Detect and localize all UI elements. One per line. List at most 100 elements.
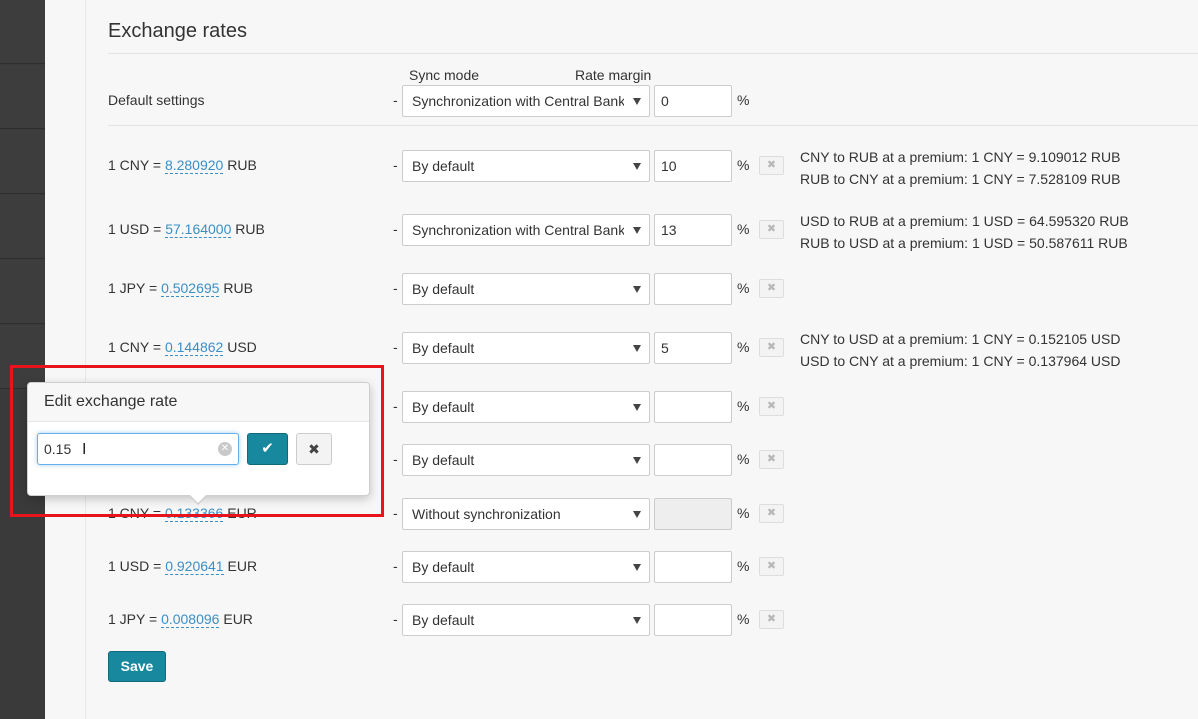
sync-mode-select[interactable]: By default: [402, 391, 650, 423]
rate-value-link[interactable]: 0.920641: [165, 558, 224, 575]
clear-margin-button[interactable]: ✖: [759, 610, 784, 629]
sync-mode-select[interactable]: Without synchronization: [402, 498, 650, 530]
sync-mode-value: Synchronization with Central Bank: [412, 93, 624, 109]
rate-value-link[interactable]: 8.280920: [164, 157, 224, 174]
premium-line: RUB to USD at a premium: 1 USD = 50.5876…: [800, 235, 1128, 251]
rate-prefix: 1 USD =: [108, 558, 166, 574]
clear-margin-button[interactable]: ✖: [759, 450, 784, 469]
percent-label: %: [737, 451, 750, 467]
sync-mode-value: By default: [412, 281, 475, 297]
rate-label: 1 JPY = 0.502695 RUB: [108, 280, 253, 297]
percent-label: %: [737, 280, 750, 296]
rate-suffix: EUR: [219, 611, 253, 627]
dash: -: [393, 339, 398, 355]
sync-mode-select[interactable]: By default: [402, 604, 650, 636]
clear-margin-button[interactable]: ✖: [759, 397, 784, 416]
margin-input[interactable]: [654, 551, 732, 583]
rate-value-link[interactable]: 0.502695: [161, 280, 220, 297]
sync-mode-select[interactable]: By default: [402, 444, 650, 476]
rate-value-link[interactable]: 57.164000: [165, 221, 232, 238]
percent-label: %: [737, 505, 750, 521]
rate-prefix: 1 CNY =: [108, 157, 165, 173]
premium-info: CNY to USD at a premium: 1 CNY = 0.15210…: [800, 328, 1120, 372]
margin-input[interactable]: [654, 391, 732, 423]
gutter: [45, 0, 86, 719]
caret-down-icon: [633, 345, 641, 352]
premium-line: USD to CNY at a premium: 1 CNY = 0.13796…: [800, 353, 1121, 369]
clear-margin-button[interactable]: ✖: [759, 156, 784, 175]
clear-margin-button[interactable]: ✖: [759, 338, 784, 357]
dash: -: [393, 451, 398, 467]
rate-suffix: RUB: [219, 280, 253, 296]
rate-prefix: 1 CNY =: [108, 339, 165, 355]
margin-input[interactable]: [654, 273, 732, 305]
clear-margin-button[interactable]: ✖: [759, 504, 784, 523]
rate-label: 1 USD = 0.920641 EUR: [108, 558, 257, 575]
sync-mode-value: By default: [412, 340, 475, 356]
sync-mode-select[interactable]: By default: [402, 332, 650, 364]
rate-label: 1 CNY = 0.144862 USD: [108, 339, 257, 356]
rate-prefix: 1 JPY =: [108, 611, 162, 627]
clear-margin-button[interactable]: ✖: [759, 557, 784, 576]
percent-label: %: [737, 339, 750, 355]
percent-label: %: [737, 398, 750, 414]
sidebar: [0, 0, 45, 719]
caret-down-icon: [633, 404, 641, 411]
percent-label: %: [737, 157, 750, 173]
sync-mode-value: Without synchronization: [412, 506, 561, 522]
sync-mode-select[interactable]: Synchronization with Central Bank: [402, 85, 650, 117]
percent-label: %: [737, 558, 750, 574]
margin-input[interactable]: 0: [654, 85, 732, 117]
sync-mode-value: By default: [412, 399, 475, 415]
premium-line: CNY to RUB at a premium: 1 CNY = 9.10901…: [800, 149, 1121, 165]
sidebar-item[interactable]: [0, 0, 45, 64]
sync-mode-select[interactable]: By default: [402, 273, 650, 305]
rate-row: 1 JPY = 0.502695 RUB - By default % ✖: [86, 272, 1198, 306]
rate-value-link[interactable]: 0.008096: [161, 611, 220, 628]
caret-down-icon: [633, 457, 641, 464]
sidebar-item[interactable]: [0, 65, 45, 129]
rate-label: 1 USD = 57.164000 RUB: [108, 221, 265, 238]
caret-down-icon: [633, 98, 641, 105]
rate-row: 1 USD = 57.164000 RUB - Synchronization …: [86, 213, 1198, 251]
margin-input[interactable]: 13: [654, 214, 732, 246]
percent-label: %: [737, 611, 750, 627]
rate-prefix: 1 USD =: [108, 221, 166, 237]
sidebar-item[interactable]: [0, 260, 45, 324]
sync-mode-value: By default: [412, 559, 475, 575]
rate-value-link[interactable]: 0.144862: [164, 339, 224, 356]
sync-mode-select[interactable]: By default: [402, 150, 650, 182]
rate-suffix: RUB: [223, 157, 257, 173]
rate-suffix: USD: [223, 339, 257, 355]
dash: -: [393, 157, 398, 173]
dash: -: [393, 92, 398, 108]
rate-suffix: RUB: [231, 221, 265, 237]
divider: [108, 125, 1198, 126]
caret-down-icon: [633, 511, 641, 518]
percent-label: %: [737, 92, 750, 108]
margin-input[interactable]: [654, 444, 732, 476]
save-button[interactable]: Save: [108, 651, 166, 682]
clear-margin-button[interactable]: ✖: [759, 279, 784, 298]
sync-mode-value: By default: [412, 612, 475, 628]
sync-mode-select[interactable]: Synchronization with Central Bank: [402, 214, 650, 246]
premium-line: RUB to CNY at a premium: 1 CNY = 7.52810…: [800, 171, 1121, 187]
rate-row: 1 JPY = 0.008096 EUR - By default % ✖: [86, 603, 1198, 637]
sync-mode-select[interactable]: By default: [402, 551, 650, 583]
default-settings-row: Default settings - Synchronization with …: [86, 84, 1198, 118]
dash: -: [393, 221, 398, 237]
main-content: Exchange rates Sync mode Rate margin Def…: [86, 0, 1198, 719]
clear-margin-button[interactable]: ✖: [759, 220, 784, 239]
caret-down-icon: [633, 163, 641, 170]
sidebar-item[interactable]: [0, 130, 45, 194]
default-settings-label: Default settings: [108, 92, 205, 108]
highlight-annotation: [10, 365, 384, 517]
margin-input[interactable]: 10: [654, 150, 732, 182]
margin-input[interactable]: 5: [654, 332, 732, 364]
sidebar-item[interactable]: [0, 195, 45, 259]
caret-down-icon: [633, 564, 641, 571]
rate-label: 1 CNY = 8.280920 RUB: [108, 157, 257, 174]
rate-row: 1 CNY = 8.280920 RUB - By default 10 % ✖…: [86, 149, 1198, 187]
margin-input[interactable]: [654, 604, 732, 636]
rate-prefix: 1 JPY =: [108, 280, 162, 296]
